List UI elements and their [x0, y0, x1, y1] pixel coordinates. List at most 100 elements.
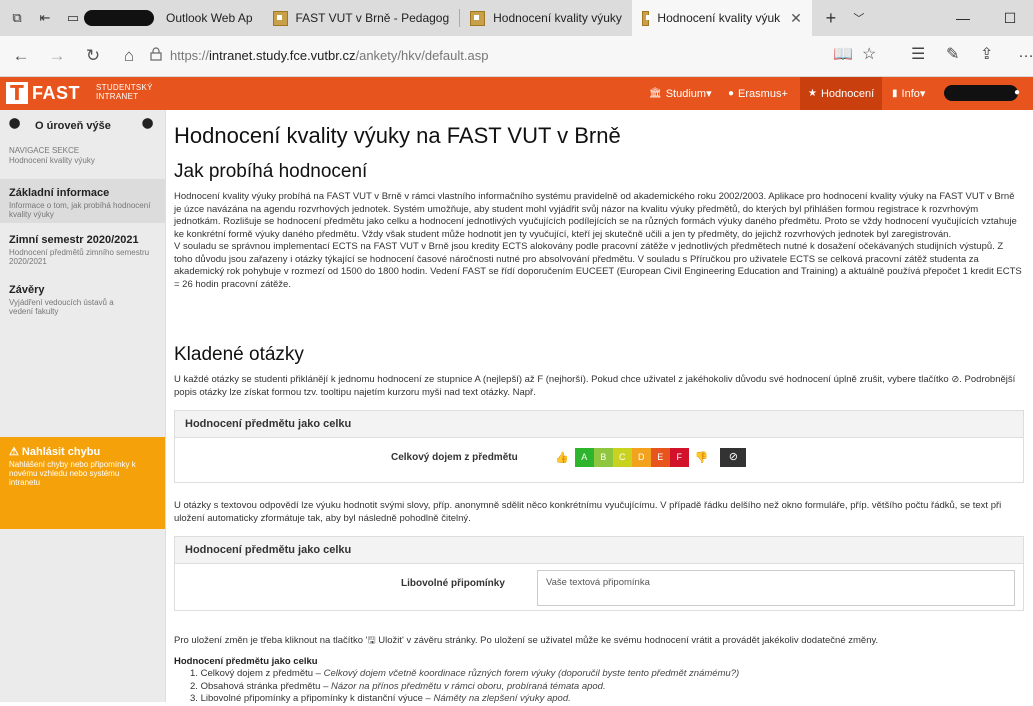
paragraph-save: Pro uložení změn je třeba kliknout na tl…	[174, 635, 879, 646]
criteria-heading: Hodnocení předmětu jako celku	[174, 656, 318, 667]
tab-actions-icon[interactable]: ⧉	[6, 7, 28, 29]
user-menu-icon[interactable]: ●	[1014, 88, 1024, 98]
sidebar: ⬤ O úroveň výše ⬤ NAVIGACE SEKCE Hodnocen…	[0, 110, 166, 702]
reading-view-icon[interactable]: 📖	[833, 44, 853, 64]
tab-label: Hodnocení kvality výuk	[657, 11, 781, 25]
redacted-tab-block	[84, 10, 154, 26]
fast-favicon-icon	[272, 10, 288, 26]
close-tab-icon[interactable]: ✕	[790, 10, 802, 27]
star-icon: ★	[808, 88, 817, 99]
fast-favicon-icon	[470, 10, 486, 26]
grade-d-button[interactable]: D	[631, 448, 651, 467]
favorite-star-icon[interactable]: ☆	[862, 44, 876, 64]
logo-subtitle: STUDENTSKÝ INTRANET	[96, 83, 153, 101]
fast-logo-icon[interactable]: T	[6, 82, 28, 104]
address-bar: ← → ↻ ⌂ https://intranet.study.fce.vutbr…	[0, 36, 1033, 77]
sidebar-item-zavery[interactable]: Závěry Vyjádření vedoucích ústavů a vede…	[0, 284, 165, 316]
maximize-icon[interactable]: ☐	[987, 0, 1033, 36]
more-icon[interactable]: …	[1018, 44, 1033, 62]
pen-icon[interactable]: ✎	[946, 44, 959, 64]
section-heading-questions: Kladené otázky	[174, 344, 304, 365]
sidebar-item-sub: Informace o tom, jak probíhá hodnocení k…	[9, 201, 151, 219]
sidebar-item-title: Základní informace	[9, 187, 110, 199]
tab-outlook[interactable]: Outlook Web Ap	[156, 0, 263, 36]
panel-heading: Hodnocení předmětu jako celku	[175, 537, 1023, 564]
panel-heading: Hodnocení předmětu jako celku	[175, 411, 1023, 438]
paragraph-questions: U každé otázky se studenti přiklánějí k …	[174, 374, 1016, 398]
url-field[interactable]: https://intranet.study.fce.vutbr.cz/anke…	[170, 48, 488, 63]
menu-hodnoceni[interactable]: ★ Hodnocení	[800, 77, 883, 110]
lock-icon	[150, 47, 162, 61]
grade-b-button[interactable]: B	[593, 448, 613, 467]
grade-a-button[interactable]: A	[574, 448, 594, 467]
tab-list-chevron-icon[interactable]: ﹀	[848, 7, 870, 29]
report-title: Nahlásit chybu	[21, 446, 101, 458]
tab-label: Hodnocení kvality výuky	[493, 11, 622, 25]
list-item: 3. Libovolné připomínky a připomínky k d…	[190, 693, 571, 704]
sidebar-item-sub: Vyjádření vedoucích ústavů a vedení faku…	[9, 298, 114, 316]
paragraph-text-answers: U otázky s textovou odpovědí lze výuku h…	[174, 500, 1002, 524]
favorites-list-icon[interactable]: ☰	[911, 44, 925, 64]
sidebar-item-zakladni-informace[interactable]: Základní informace Informace o tom, jak …	[0, 179, 165, 223]
level-up-label: O úroveň výše	[35, 120, 111, 132]
window-icon[interactable]: ▭	[62, 7, 84, 29]
grade-f-button[interactable]: F	[669, 448, 689, 467]
browser-tab-bar: ⧉ ⇤ ▭ Outlook Web Ap FAST VUT v Brně - P…	[0, 0, 1033, 36]
minimize-icon[interactable]: —	[940, 0, 986, 36]
sidebar-item-sub: Hodnocení předmětů zimního semestru 2020…	[9, 248, 150, 266]
menu-label: Info	[901, 87, 920, 100]
menu-studium[interactable]: 🏛 Studium ▾	[649, 77, 712, 110]
tab-fast-pedagog[interactable]: FAST VUT v Brně - Pedagog	[263, 0, 460, 36]
example-panel-text: Hodnocení předmětu jako celku Libovolné …	[174, 536, 1024, 611]
refresh-icon[interactable]: ↻	[78, 41, 108, 71]
back-icon[interactable]: ←	[6, 41, 36, 71]
sidebar-item-title: Zimní semestr 2020/2021	[9, 234, 139, 246]
redacted-user-name[interactable]	[944, 85, 1018, 101]
paragraph-intro: Hodnocení kvality výuky probíhá na FAST …	[174, 191, 1017, 240]
share-icon[interactable]: ⇪	[980, 44, 993, 64]
criteria-list: 1. Celkový dojem z předmětu – Celkový do…	[190, 668, 739, 706]
menu-info[interactable]: ▮ Info ▾	[892, 77, 925, 110]
url-host: intranet.study.fce.vutbr.cz	[209, 48, 356, 63]
paragraph-ects: V souladu se správnou implementací ECTS …	[174, 241, 1022, 290]
book-icon: ▮	[892, 88, 898, 99]
menu-label: Erasmus+	[738, 87, 788, 100]
new-tab-icon[interactable]: +	[820, 7, 842, 29]
logo-text[interactable]: FAST	[32, 83, 80, 104]
grade-c-button[interactable]: C	[612, 448, 632, 467]
question-label[interactable]: Libovolné připomínky	[401, 578, 505, 589]
example-panel-grades: Hodnocení předmětu jako celku Celkový do…	[174, 410, 1024, 483]
tab-label: Outlook Web Ap	[166, 11, 253, 25]
report-bug-item[interactable]: ⚠ Nahlásit chybu Nahlášení chyby nebo př…	[0, 437, 165, 529]
tab-hodnoceni-1[interactable]: Hodnocení kvality výuky	[460, 0, 632, 36]
cancel-rating-button[interactable]: ⊘	[720, 448, 747, 467]
menu-erasmus[interactable]: ● Erasmus+	[728, 77, 788, 110]
level-up-link[interactable]: ⬤ O úroveň výše ⬤	[0, 110, 165, 140]
forward-icon[interactable]: →	[42, 41, 72, 71]
sidebar-item-title: Závěry	[9, 284, 45, 296]
level-up-right-icon: ⬤	[142, 118, 154, 129]
home-icon[interactable]: ⌂	[114, 41, 144, 71]
thumbs-down-icon: 👎	[694, 452, 709, 464]
tab-hodnoceni-active[interactable]: Hodnocení kvality výuk ✕	[631, 0, 812, 36]
grade-e-button[interactable]: E	[650, 448, 670, 467]
list-item: 2. Obsahová stránka předmětu – Názor na …	[190, 680, 606, 692]
nav-subtitle: Hodnocení kvality výuky	[9, 156, 95, 165]
warning-icon: ⚠	[9, 446, 22, 458]
section-heading-how: Jak probíhá hodnocení	[174, 161, 368, 182]
comment-textarea[interactable]: Vaše textová připomínka	[537, 570, 1015, 606]
caret-icon: ▾	[919, 88, 926, 100]
page-title: Hodnocení kvality výuky na FAST VUT v Br…	[174, 123, 621, 148]
thumbs-up-icon: 👍	[555, 452, 569, 464]
fast-favicon-icon	[641, 10, 651, 26]
logo-sub-line1: STUDENTSKÝ	[96, 83, 153, 92]
report-sub: Nahlášení chyby nebo připomínky k novému…	[9, 460, 136, 487]
url-scheme: https://	[170, 48, 210, 63]
section-nav-heading: NAVIGACE SEKCE Hodnocení kvality výuky	[9, 146, 95, 166]
sidebar-item-zimni-semestr[interactable]: Zimní semestr 2020/2021 Hodnocení předmě…	[0, 234, 165, 266]
question-label[interactable]: Celkový dojem z předmětu	[391, 452, 518, 463]
logo-sub-line2: INTRANET	[96, 92, 139, 101]
url-path: /ankety/hkv/default.asp	[355, 48, 489, 63]
back-tabs-icon[interactable]: ⇤	[34, 7, 56, 29]
level-up-icon: ⬤	[9, 118, 21, 129]
